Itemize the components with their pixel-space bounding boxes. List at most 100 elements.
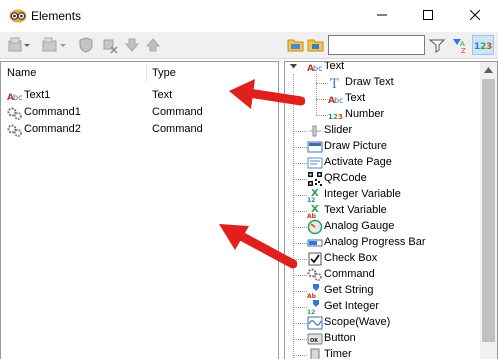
folder-expand-icon <box>287 39 304 52</box>
delete-button[interactable] <box>101 35 119 55</box>
tree-node-label: Button <box>324 332 356 344</box>
tree-node-label: Activate Page <box>324 156 392 168</box>
window-title: Elements <box>31 9 82 23</box>
text-variable-icon: X Ab <box>307 204 319 219</box>
tree-node-label: Number <box>345 108 385 120</box>
item-type: Text <box>152 89 173 101</box>
page-icon <box>307 157 323 169</box>
add-dropdown-icon <box>42 37 66 52</box>
collapse-toggle[interactable] <box>289 62 298 71</box>
item-name: Text1 <box>24 89 51 101</box>
column-header-type[interactable]: Type <box>146 62 176 84</box>
delete-icon <box>103 39 118 54</box>
element-palette-tree[interactable]: A bc Text T Draw Text A bc Text 1 2 3 Nu… <box>284 61 498 359</box>
tree-connector <box>293 211 307 212</box>
abc-text-icon: A bc <box>307 64 322 74</box>
tree-node-label: Text <box>345 92 366 104</box>
number-123-icon: 1 2 3 <box>328 113 343 121</box>
maximize-icon <box>423 10 433 20</box>
protect-button[interactable] <box>77 35 95 55</box>
filter-icon <box>428 39 446 53</box>
svg-text:3: 3 <box>486 42 492 52</box>
checkbox-icon <box>308 252 322 266</box>
svg-text:bc: bc <box>313 64 322 73</box>
item-type: Command <box>152 106 203 118</box>
tree-connector <box>293 195 307 196</box>
tree-node-label: Draw Picture <box>324 140 387 152</box>
tree-node-label: Slider <box>324 124 353 136</box>
add-element-button[interactable] <box>7 35 33 55</box>
filter-button[interactable] <box>428 35 446 55</box>
tree-node-label: Text <box>324 61 345 72</box>
number-123-icon: 1 2 3 <box>474 42 492 52</box>
item-type: Command <box>152 123 203 135</box>
tree-node-label: Command <box>324 268 375 280</box>
minimize-button[interactable] <box>359 0 405 31</box>
slider-icon <box>309 125 321 137</box>
move-down-icon <box>124 38 140 52</box>
add-element-icon <box>8 37 30 52</box>
tree-node-label: Draw Text <box>345 76 394 88</box>
toolbar: A Z 1 2 3 <box>0 32 498 59</box>
picture-icon <box>307 141 323 153</box>
svg-text:bc: bc <box>334 96 343 105</box>
tree-connector <box>293 147 307 148</box>
svg-text:3: 3 <box>338 113 343 121</box>
collapse-all-button[interactable] <box>307 35 325 55</box>
expand-all-button[interactable] <box>287 35 305 55</box>
get-integer-icon: 12 <box>307 300 319 315</box>
column-header-name[interactable]: Name <box>1 62 36 84</box>
item-name: Command2 <box>24 123 81 135</box>
abc-text-icon: A bc <box>7 93 22 102</box>
gears-icon <box>7 107 22 120</box>
close-icon <box>470 10 480 20</box>
tree-node-label: Get Integer <box>324 300 380 312</box>
maximize-button[interactable] <box>405 0 451 31</box>
move-up-icon <box>145 38 161 52</box>
move-down-button[interactable] <box>124 35 140 55</box>
close-button[interactable] <box>452 0 498 31</box>
qrcode-icon <box>308 172 322 186</box>
number-toggle-button[interactable]: 1 2 3 <box>472 35 494 55</box>
progress-bar-icon <box>307 239 323 247</box>
tree-node-label: Integer Variable <box>324 188 401 200</box>
tree-node-label: Analog Progress Bar <box>324 236 426 248</box>
minimize-icon <box>377 14 387 16</box>
button-icon: OK <box>307 333 323 345</box>
integer-variable-icon: X 12 <box>307 188 319 203</box>
shield-icon <box>79 37 93 53</box>
gears-icon <box>7 124 22 137</box>
vertical-scrollbar[interactable] <box>480 62 497 359</box>
search-input[interactable] <box>328 35 425 55</box>
tree-connector <box>293 339 307 340</box>
tree-node-label: Check Box <box>324 252 378 264</box>
list-item[interactable]: Command2 Command <box>1 122 278 139</box>
gauge-icon <box>307 219 323 235</box>
tree-connector <box>293 163 307 164</box>
tree-connector <box>293 307 307 308</box>
folder-collapse-icon <box>307 39 324 52</box>
tree-connector <box>316 99 328 100</box>
add-dropdown-button[interactable] <box>40 35 70 55</box>
tree-node-label: QRCode <box>324 172 367 184</box>
draw-text-icon: T <box>330 77 339 91</box>
abc-text-icon: A bc <box>328 96 343 106</box>
svg-text:OK: OK <box>310 338 319 344</box>
tree-connector <box>293 179 307 180</box>
get-string-icon: Ab <box>307 284 319 299</box>
tree-connector <box>293 291 307 292</box>
tree-connector <box>316 115 328 116</box>
scope-wave-icon <box>307 316 323 330</box>
tree-connector <box>293 131 307 132</box>
tree-node-label: Scope(Wave) <box>324 316 391 328</box>
tree-connector <box>293 74 294 359</box>
move-up-button[interactable] <box>145 35 161 55</box>
svg-text:T: T <box>330 77 339 91</box>
tree-connector <box>316 74 317 115</box>
scrollbar-thumb[interactable] <box>482 79 495 342</box>
sort-button[interactable]: A Z <box>451 35 471 55</box>
goggles-app-icon <box>9 9 27 23</box>
tree-node-label: Timer <box>324 348 352 359</box>
scroll-up-icon[interactable] <box>484 67 493 73</box>
sort-az-icon: A Z <box>453 39 466 55</box>
